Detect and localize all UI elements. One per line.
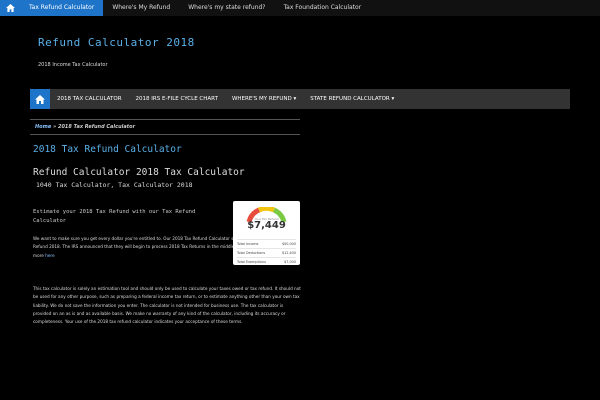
site-title[interactable]: Refund Calculator 2018 bbox=[38, 36, 195, 49]
page-subsubtitle: 1040 Tax Calculator, Tax Calculator 2018 bbox=[36, 181, 193, 189]
nav-irs-efile-cycle-chart[interactable]: 2018 IRS E-FILE CYCLE CHART bbox=[129, 96, 225, 102]
breadcrumb: Home » 2018 Tax Refund Calculator bbox=[30, 119, 300, 135]
row-label: Total Exemptions bbox=[237, 260, 266, 264]
breadcrumb-trail: Home » 2018 Tax Refund Calculator bbox=[30, 124, 135, 130]
row-value: $7,000 bbox=[284, 260, 296, 264]
refund-amount: $7,449 bbox=[247, 220, 286, 231]
topnav-wheres-my-refund[interactable]: Where's My Refund bbox=[103, 0, 179, 16]
refund-widget[interactable]: Your Tax Refund $7,449 Total Income $50,… bbox=[233, 201, 300, 265]
top-home-button[interactable] bbox=[0, 0, 20, 16]
topnav-tax-refund-calculator[interactable]: Tax Refund Calculator bbox=[20, 0, 104, 16]
lead-text: Estimate your 2018 Tax Refund with our T… bbox=[33, 209, 196, 224]
row-value: $12,400 bbox=[281, 251, 296, 255]
row-value: $50,000 bbox=[281, 242, 296, 246]
nav-2018-tax-calculator[interactable]: 2018 TAX CALCULATOR bbox=[50, 96, 129, 102]
site-description: 2018 Income Tax Calculator bbox=[38, 62, 108, 68]
nav-state-refund-calculator[interactable]: STATE REFUND CALCULATOR ▾ bbox=[303, 96, 401, 102]
nav-wheres-my-refund[interactable]: WHERE'S MY REFUND ▾ bbox=[225, 96, 303, 102]
here-link[interactable]: here bbox=[45, 253, 54, 258]
breadcrumb-current: 2018 Tax Refund Calculator bbox=[57, 124, 136, 130]
summary-row: Total Exemptions $7,000 bbox=[237, 257, 296, 266]
row-label: Total Income bbox=[237, 242, 259, 246]
topnav-wheres-my-state-refund[interactable]: Where's my state refund? bbox=[179, 0, 274, 16]
topnav-tax-foundation-calculator[interactable]: Tax Foundation Calculator bbox=[275, 0, 371, 16]
disclaimer-paragraph: This tax calculator is solely an estimat… bbox=[33, 286, 301, 325]
row-label: Total Deductions bbox=[237, 251, 266, 255]
top-bar: Tax Refund Calculator Where's My Refund … bbox=[0, 0, 600, 16]
summary-row: Total Income $50,000 bbox=[237, 239, 296, 248]
refund-summary: Total Income $50,000 Total Deductions $1… bbox=[237, 239, 296, 266]
page-subtitle: Refund Calculator 2018 Tax Calculator bbox=[33, 167, 245, 178]
breadcrumb-separator: » bbox=[51, 124, 58, 130]
summary-row: Total Deductions $12,400 bbox=[237, 248, 296, 257]
main-nav: 2018 TAX CALCULATOR 2018 IRS E-FILE CYCL… bbox=[30, 89, 570, 109]
page-title: 2018 Tax Refund Calculator bbox=[33, 144, 182, 155]
breadcrumb-home-link[interactable]: Home bbox=[35, 124, 51, 130]
home-icon bbox=[5, 4, 15, 12]
main-home-button[interactable] bbox=[30, 89, 50, 109]
home-icon bbox=[35, 94, 45, 104]
